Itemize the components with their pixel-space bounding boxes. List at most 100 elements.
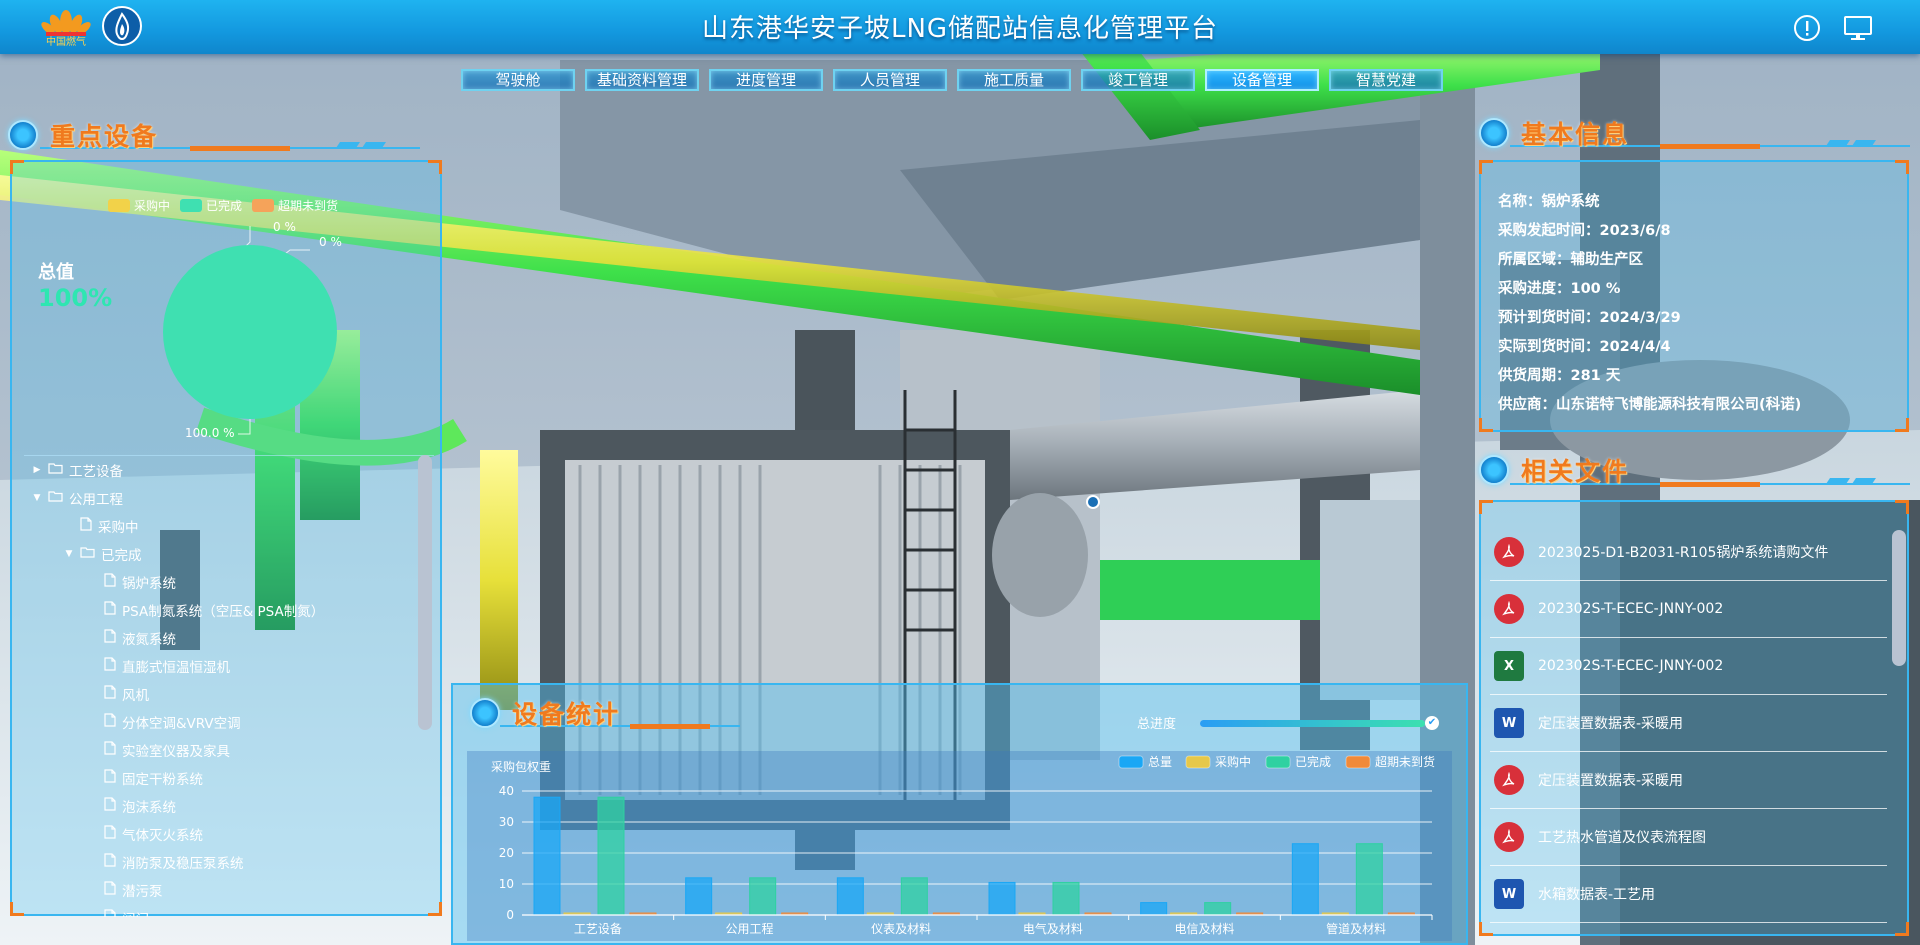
- bar[interactable]: [1204, 902, 1232, 916]
- legend-label: 总量: [1148, 755, 1172, 769]
- legend-item[interactable]: 超期未到货: [252, 197, 338, 214]
- total-progress-bar: [1200, 720, 1425, 727]
- file-item[interactable]: X 202302S-T-ECEC-JNNY-002: [1490, 638, 1887, 695]
- caret-down-icon[interactable]: ▼: [64, 549, 74, 559]
- folder-open-icon: [80, 546, 95, 562]
- nav-cockpit[interactable]: 驾驶舱: [461, 69, 575, 91]
- info-actual-arrival: 实际到货时间：2024/4/4: [1498, 339, 1671, 355]
- tree-node[interactable]: 分体空调&VRV空调: [24, 708, 434, 736]
- tree-node[interactable]: 液氮系统: [24, 624, 434, 652]
- file-name: 定压装置数据表-采暖用: [1538, 716, 1684, 732]
- bar[interactable]: [685, 877, 713, 916]
- header-bar: 中国燃气 山东港华安子坡LNG储配站信息化管理平台: [0, 0, 1920, 54]
- info-expected-arrival: 预计到货时间：2024/3/29: [1498, 310, 1681, 326]
- total-label: 总值: [38, 262, 74, 283]
- tree-node[interactable]: ▶ 工艺设备: [24, 456, 434, 484]
- bar[interactable]: [1291, 843, 1319, 916]
- pdf-file-icon: [1494, 537, 1524, 567]
- pie-legend: 采购中 已完成 超期未到货: [108, 197, 338, 214]
- tree-node-label: 分体空调&VRV空调: [122, 716, 241, 732]
- pie-label: 0 %: [273, 220, 296, 234]
- legend-item[interactable]: 采购中: [108, 197, 170, 214]
- tree-node-label: 直膨式恒温恒湿机: [122, 660, 230, 676]
- nav-quality[interactable]: 施工质量: [957, 69, 1071, 91]
- tree-node[interactable]: 气体灭火系统: [24, 820, 434, 848]
- tree-node-label: 已完成: [101, 548, 142, 564]
- pie-slice-completed[interactable]: [163, 245, 337, 419]
- tree-scrollbar[interactable]: [418, 455, 432, 730]
- nav-completion[interactable]: 竣工管理: [1081, 69, 1195, 91]
- doc-file-icon: W: [1494, 708, 1524, 738]
- info-icon[interactable]: [1793, 14, 1821, 42]
- file-item[interactable]: W 水箱数据表-工艺用: [1490, 866, 1887, 923]
- nav-progress[interactable]: 进度管理: [709, 69, 823, 91]
- file-icon: [104, 713, 116, 731]
- file-item[interactable]: 202302S-T-ECEC-JNNY-002: [1490, 581, 1887, 638]
- status-pie-chart[interactable]: [150, 222, 350, 452]
- pdf-file-icon: [1494, 594, 1524, 624]
- bar[interactable]: [597, 796, 625, 916]
- tree-node[interactable]: 风机: [24, 680, 434, 708]
- tree-node[interactable]: 固定干粉系统: [24, 764, 434, 792]
- equipment-stats-bar-chart[interactable]: 采购包权重 0 10 20 30 40 总量 采购中 已完成 超期未到货工艺设备 公用工程 仪表及材料…: [467, 751, 1452, 941]
- tree-node[interactable]: 阀门: [24, 904, 434, 917]
- file-icon: [104, 909, 116, 917]
- nav-equipment[interactable]: 设备管理: [1205, 69, 1319, 91]
- legend-swatch: [1345, 755, 1371, 769]
- tree-node[interactable]: 锅炉系统: [24, 568, 434, 596]
- legend-label: 采购中: [1215, 754, 1251, 769]
- tree-node-label: 采购中: [98, 520, 139, 536]
- tree-node[interactable]: 消防泵及稳压泵系统: [24, 848, 434, 876]
- tree-node-label: 潜污泵: [122, 884, 163, 900]
- tree-node[interactable]: 直膨式恒温恒湿机: [24, 652, 434, 680]
- bar[interactable]: [533, 796, 561, 916]
- section-badge-icon: [1479, 455, 1509, 485]
- bar[interactable]: [1355, 843, 1383, 916]
- file-item[interactable]: W 定压装置数据表-采暖用: [1490, 695, 1887, 752]
- file-icon: [104, 657, 116, 675]
- bar[interactable]: [1140, 902, 1168, 916]
- caret-right-icon[interactable]: ▶: [32, 465, 42, 475]
- tree-node-label: 液氮系统: [122, 632, 176, 648]
- file-icon: [104, 769, 116, 787]
- tree-node[interactable]: 实验室仪器及家具: [24, 736, 434, 764]
- tree-node[interactable]: ▼ 公用工程: [24, 484, 434, 512]
- monitor-icon[interactable]: [1843, 14, 1872, 42]
- nav-party[interactable]: 智慧党建: [1329, 69, 1443, 91]
- folder-icon: [48, 462, 63, 478]
- file-name: 202302S-T-ECEC-JNNY-002: [1538, 658, 1724, 674]
- bar[interactable]: [836, 877, 864, 916]
- file-icon: [80, 517, 92, 535]
- tree-node[interactable]: ▼ 已完成: [24, 540, 434, 568]
- tree-node-label: 消防泵及稳压泵系统: [122, 856, 244, 872]
- legend-label: 已完成: [1295, 754, 1331, 769]
- file-name: 202302S-T-ECEC-JNNY-002: [1538, 601, 1724, 617]
- nav-basic-data[interactable]: 基础资料管理: [585, 69, 699, 91]
- section-badge-icon: [1479, 118, 1509, 148]
- file-icon: [104, 825, 116, 843]
- bar[interactable]: [988, 881, 1016, 916]
- bar[interactable]: [749, 877, 777, 916]
- equipment-stats-header: 设备统计: [470, 695, 620, 731]
- file-item[interactable]: 工艺热水管道及仪表流程图: [1490, 809, 1887, 866]
- bar[interactable]: [900, 877, 928, 916]
- tree-node[interactable]: 潜污泵: [24, 876, 434, 904]
- bar[interactable]: [1052, 881, 1080, 916]
- file-item[interactable]: 定压装置数据表-采暖用: [1490, 752, 1887, 809]
- info-name: 名称：锅炉系统: [1498, 194, 1600, 210]
- caret-down-icon[interactable]: ▼: [32, 493, 42, 503]
- legend-item[interactable]: 已完成: [180, 197, 242, 214]
- tree-node-label: 工艺设备: [69, 464, 123, 480]
- nav-personnel[interactable]: 人员管理: [833, 69, 947, 91]
- y-axis-label: 采购包权重: [491, 759, 551, 774]
- file-item[interactable]: 2023025-D1-B2031-R105锅炉系统请购文件: [1490, 524, 1887, 581]
- x-tick-label: 仪表及材料: [871, 922, 931, 936]
- tree-node[interactable]: PSA制氮系统（空压& PSA制氮）: [24, 596, 434, 624]
- doc-file-icon: W: [1494, 879, 1524, 909]
- pdf-file-icon: [1494, 765, 1524, 795]
- tree-node[interactable]: 泡沫系统: [24, 792, 434, 820]
- file-list-scrollbar[interactable]: [1892, 530, 1906, 666]
- tree-node[interactable]: 采购中: [24, 512, 434, 540]
- basic-info-list: 名称：锅炉系统 采购发起时间：2023/6/8 所属区域：辅助生产区 采购进度：…: [1498, 188, 1801, 420]
- check-icon: ✔: [1425, 716, 1439, 730]
